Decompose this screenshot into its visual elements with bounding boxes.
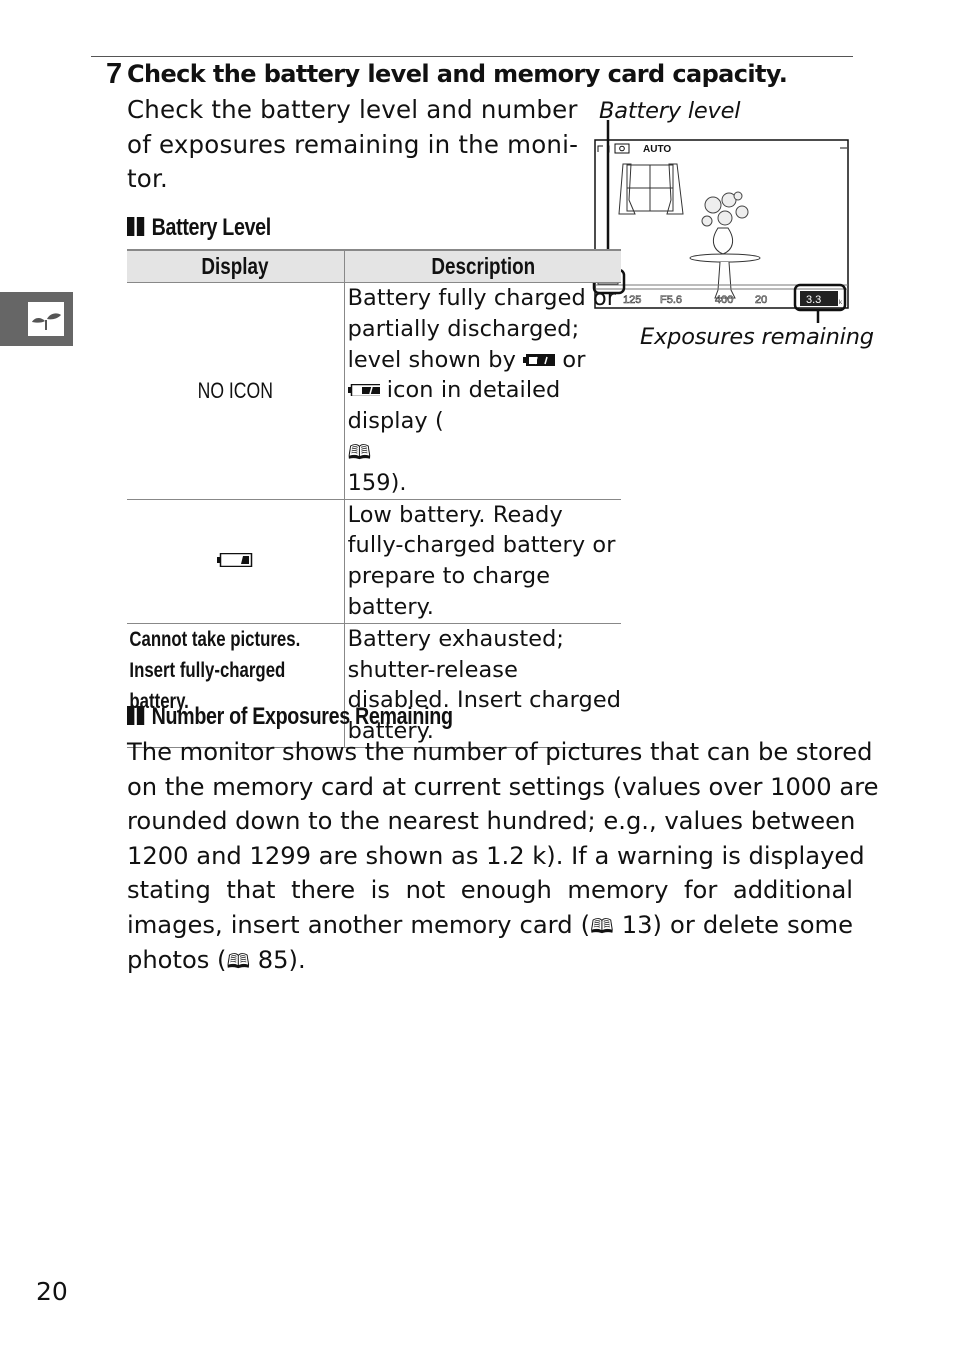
column-header-display: Display (127, 249, 345, 283)
section-marker-icon (127, 704, 147, 732)
description-cell: Battery fully charged or partially disch… (344, 282, 622, 500)
table-drawing (689, 253, 761, 263)
exposures-remaining-heading: Number of Exposures Remaining (127, 703, 453, 732)
monitor-illustration: AUTO 125 F5.6 400 20 3.3 k (592, 120, 849, 323)
top-rule (91, 56, 853, 57)
step-title: Check the battery level and memory card … (127, 60, 788, 88)
intro-line: of exposures remaining in the moni- (127, 129, 579, 159)
book-reference-icon: 🕮 (226, 949, 251, 973)
page-number: 20 (36, 1277, 68, 1306)
no-icon-text: NO ICON (197, 377, 273, 403)
step-number: 7 (106, 58, 122, 90)
display-cell (127, 499, 345, 624)
shutter-readout: 125 (623, 294, 641, 306)
book-reference-icon: 🕮 (347, 439, 372, 464)
iso-readout: 400 (715, 294, 733, 306)
exposures-body: The monitor shows the number of pictures… (127, 735, 879, 979)
book-reference-icon: 🕮 (590, 913, 614, 938)
full-battery-icon (523, 353, 556, 366)
exposures-value: 3.3 (806, 294, 821, 306)
table-row: Low battery. Ready fully-charged battery… (127, 499, 622, 624)
low-battery-icon (217, 552, 253, 567)
flash-auto-text: AUTO (643, 144, 671, 155)
partial-battery-icon (347, 384, 380, 397)
display-cell: NO ICON (127, 282, 345, 500)
seedling-icon (28, 302, 64, 336)
battery-level-heading: Battery Level (127, 214, 271, 243)
column-header-description: Description (344, 249, 622, 283)
exposures-remaining-caption: Exposures remaining (640, 324, 874, 350)
intro-line: tor. (127, 164, 169, 193)
vase-drawing (712, 227, 734, 255)
section-marker-icon (127, 215, 147, 243)
aperture-readout: F5.6 (660, 294, 682, 306)
svg-text:20: 20 (755, 294, 767, 306)
table-row: NO ICON Battery fully charged or partial… (127, 282, 622, 500)
table-header-row: Display Description (127, 249, 622, 283)
intro-line: Check the battery level and number (127, 95, 578, 124)
description-cell: Low battery. Ready fully-charged battery… (344, 499, 622, 624)
battery-level-table: Display Description NO ICON Battery full… (127, 249, 622, 748)
step-intro: Check the battery level and number of ex… (127, 93, 582, 197)
